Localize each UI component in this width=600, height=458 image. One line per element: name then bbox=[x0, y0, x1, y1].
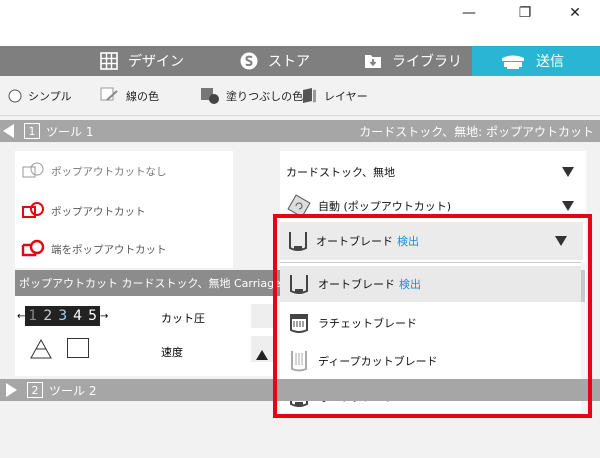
layer-icon bbox=[300, 87, 318, 105]
cut-settings-panel: ← 1 2 3 4 5 → カット圧 速度 bbox=[15, 296, 273, 376]
maximize-button[interactable]: ❐ bbox=[502, 0, 548, 26]
material-select[interactable]: カードストック、無地 bbox=[280, 159, 586, 185]
digit: 4 bbox=[73, 308, 83, 324]
chevron-down-icon bbox=[562, 167, 574, 177]
material-value: カードストック、無地 bbox=[286, 166, 396, 179]
maximize-icon: ❐ bbox=[518, 5, 532, 21]
popout-edge-icon bbox=[21, 239, 47, 259]
blade-triangle-icon bbox=[29, 338, 53, 364]
popout-options-panel: ポップアウトカットなし ポップアウトカット 端をポップアウトカット bbox=[15, 151, 233, 268]
collapse-arrow-icon[interactable] bbox=[3, 124, 14, 138]
close-icon: ✕ bbox=[569, 5, 581, 21]
popout-cut-icon bbox=[21, 201, 47, 221]
tab-design[interactable]: デザイン bbox=[100, 46, 192, 76]
arrow-left-icon: ← bbox=[17, 310, 26, 322]
top-navigation: デザイン ストア ライブラリ 送信 bbox=[0, 46, 600, 76]
tab-store-label: ストア bbox=[268, 54, 310, 70]
speed-label: 速度 bbox=[161, 346, 183, 359]
grid-icon bbox=[100, 52, 118, 70]
tool1-label: ツール 1 bbox=[46, 124, 94, 139]
line-color-icon bbox=[100, 87, 120, 105]
tool1-number: 1 bbox=[24, 123, 40, 139]
library-download-icon bbox=[364, 52, 382, 70]
popout-none-icon bbox=[21, 161, 47, 181]
status-strip: ポップアウトカット カードストック、無地 Carriage 1を bbox=[15, 270, 283, 296]
minimize-icon: — bbox=[462, 5, 476, 21]
digit: 2 bbox=[43, 308, 53, 324]
tool1-summary: カードストック、無地: ポップアウトカット bbox=[359, 124, 594, 139]
expand-arrow-icon[interactable] bbox=[6, 383, 17, 397]
arrow-right-icon: → bbox=[100, 310, 109, 322]
popout-edge-option[interactable]: 端をポップアウトカット bbox=[21, 237, 167, 261]
depth-digits[interactable]: ← 1 2 3 4 5 → bbox=[17, 306, 108, 326]
popout-none-label: ポップアウトカットなし bbox=[51, 165, 167, 178]
fill-color-label: 塗りつぶしの色 bbox=[226, 90, 304, 103]
tool2-label: ツール 2 bbox=[49, 383, 97, 398]
tab-design-label: デザイン bbox=[128, 54, 184, 70]
minimize-button[interactable]: — bbox=[446, 0, 492, 26]
tool2-header[interactable]: 2 ツール 2 bbox=[0, 379, 276, 401]
popout-edge-label: 端をポップアウトカット bbox=[51, 243, 167, 256]
close-button[interactable]: ✕ bbox=[552, 0, 598, 26]
tool2-number: 2 bbox=[27, 382, 43, 398]
speed-slider[interactable] bbox=[251, 336, 273, 362]
popout-none-option[interactable]: ポップアウトカットなし bbox=[21, 159, 167, 183]
popout-cut-option[interactable]: ポップアウトカット bbox=[21, 199, 146, 223]
digit: 3 bbox=[58, 308, 68, 324]
simple-mode-option[interactable]: シンプル bbox=[8, 76, 72, 116]
layer-button[interactable]: レイヤー bbox=[300, 76, 368, 116]
mat-mode-value: 自動 (ポップアウトカット) bbox=[318, 200, 452, 213]
fill-color-button[interactable]: 塗りつぶしの色 bbox=[200, 76, 303, 116]
tab-store[interactable]: ストア bbox=[240, 46, 320, 76]
popout-cut-label: ポップアウトカット bbox=[51, 205, 146, 218]
layer-label: レイヤー bbox=[324, 90, 368, 103]
mode-toolbar: シンプル 線の色 塗りつぶしの色 レイヤー bbox=[0, 76, 600, 116]
square-icon bbox=[67, 338, 89, 358]
digit: 1 bbox=[28, 308, 38, 324]
window-titlebar: — ❐ ✕ bbox=[0, 0, 600, 46]
tool1-header[interactable]: 1 ツール 1 カードストック、無地: ポップアウトカット bbox=[0, 120, 600, 142]
digit: 5 bbox=[88, 308, 97, 324]
tab-send[interactable]: 送信 bbox=[472, 46, 600, 76]
cut-pressure-slider[interactable] bbox=[251, 304, 273, 328]
line-color-button[interactable]: 線の色 bbox=[100, 76, 159, 116]
slider-triangle-icon bbox=[256, 350, 268, 360]
chevron-down-icon bbox=[562, 201, 574, 211]
tab-library-label: ライブラリ bbox=[392, 54, 462, 70]
tab-send-label: 送信 bbox=[536, 54, 564, 70]
radio-icon[interactable] bbox=[8, 89, 22, 103]
line-color-label: 線の色 bbox=[126, 90, 159, 103]
fill-color-icon bbox=[200, 87, 220, 105]
cut-pressure-label: カット圧 bbox=[161, 312, 205, 325]
store-s-icon bbox=[240, 52, 258, 70]
highlight-annotation-box bbox=[273, 214, 592, 418]
send-machine-icon bbox=[500, 52, 526, 70]
tab-library[interactable]: ライブラリ bbox=[364, 46, 464, 76]
simple-mode-label: シンプル bbox=[28, 90, 72, 103]
